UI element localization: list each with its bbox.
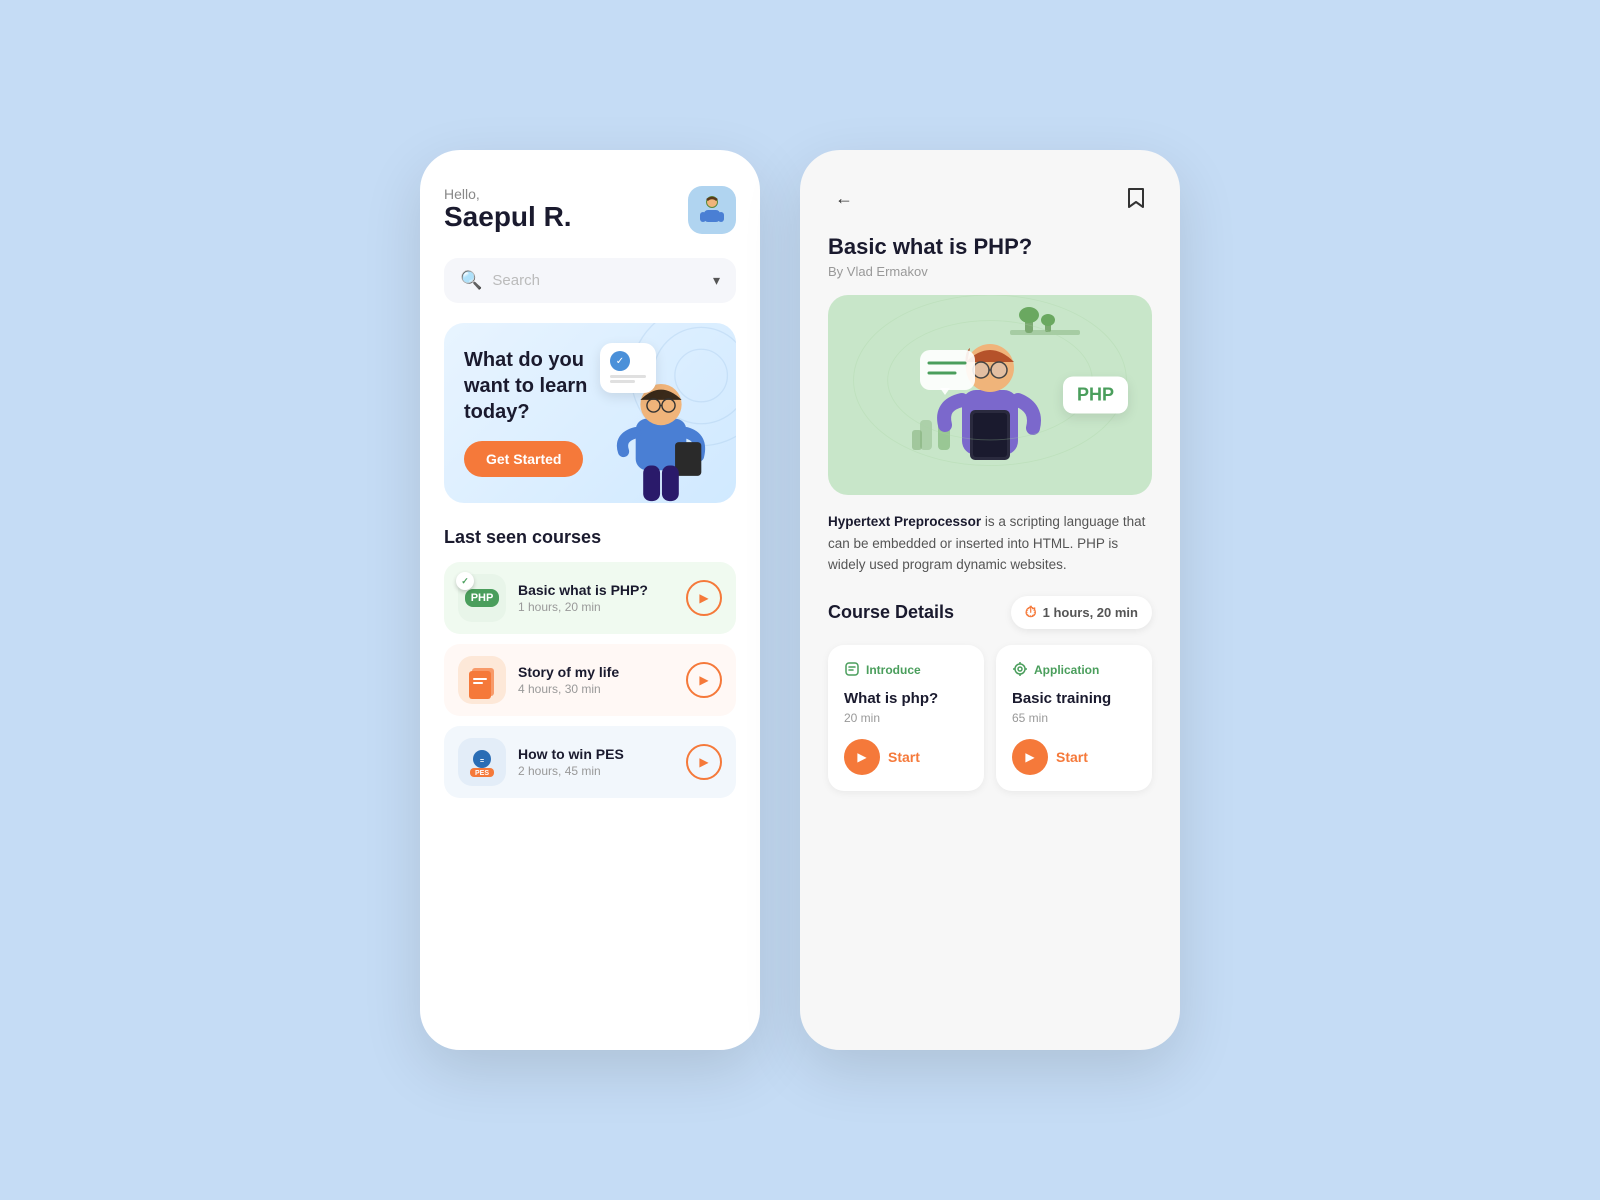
course-item[interactable]: Story of my life 4 hours, 30 min ▶	[444, 644, 736, 716]
check-icon: ✓	[610, 351, 630, 371]
bookmark-button[interactable]	[1120, 182, 1152, 214]
chevron-down-icon[interactable]: ▾	[713, 272, 720, 289]
play-button[interactable]: ▶	[686, 744, 722, 780]
start-label: Start	[1056, 749, 1088, 765]
search-input[interactable]: Search	[492, 272, 703, 289]
greeting: Hello, Saepul R.	[444, 186, 572, 233]
checklist-card: ✓	[600, 343, 656, 393]
course-name: Basic what is PHP?	[518, 582, 674, 598]
course-info: How to win PES 2 hours, 45 min	[518, 746, 674, 778]
duration-badge: ⏱ 1 hours, 20 min	[1011, 596, 1152, 629]
course-author: By Vlad Ermakov	[828, 264, 1152, 279]
php-badge: PHP	[1063, 377, 1128, 414]
left-phone: Hello, Saepul R. 🔍 Search ▾	[420, 150, 760, 1050]
module-card: Introduce What is php? 20 min ▶ Start	[828, 645, 984, 791]
search-icon: 🔍	[460, 270, 482, 291]
avatar[interactable]	[688, 186, 736, 234]
duration-value: 1 hours, 20 min	[1043, 605, 1138, 620]
course-icon-pes: = PES	[458, 738, 506, 786]
module-card: Application Basic training 65 min ▶ Star…	[996, 645, 1152, 791]
module-tag-label: Introduce	[866, 663, 921, 677]
svg-text:=: =	[480, 758, 484, 765]
course-name: How to win PES	[518, 746, 674, 762]
play-button[interactable]: ▶	[686, 662, 722, 698]
course-hero-image: PHP	[828, 295, 1152, 495]
promo-banner: ✓ What do you want to learn today? Get S…	[444, 323, 736, 503]
course-icon-php: PHP ✓	[458, 574, 506, 622]
greeting-hello: Hello,	[444, 186, 572, 202]
course-name: Story of my life	[518, 664, 674, 680]
section-title: Last seen courses	[444, 527, 736, 548]
course-info: Basic what is PHP? 1 hours, 20 min	[518, 582, 674, 614]
greeting-name: Saepul R.	[444, 202, 572, 233]
course-duration: 4 hours, 30 min	[518, 682, 674, 696]
start-play-icon: ▶	[1012, 739, 1048, 775]
module-name: Basic training	[1012, 690, 1136, 707]
course-details-label: Course Details	[828, 602, 954, 623]
course-duration: 1 hours, 20 min	[518, 600, 674, 614]
module-tag: Application	[1012, 661, 1136, 680]
modules-grid: Introduce What is php? 20 min ▶ Start	[828, 645, 1152, 791]
search-bar-inner: 🔍 Search	[460, 270, 703, 291]
course-description: Hypertext Preprocessor is a scripting la…	[828, 511, 1152, 576]
right-header: ←	[828, 182, 1152, 214]
course-item[interactable]: = PES How to win PES 2 hours, 45 min ▶	[444, 726, 736, 798]
introduce-icon	[844, 661, 860, 680]
course-desc-bold: Hypertext Preprocessor	[828, 514, 981, 529]
svg-text:PES: PES	[475, 770, 489, 777]
course-detail-title: Basic what is PHP?	[828, 234, 1152, 260]
module-tag: Introduce	[844, 661, 968, 680]
course-item[interactable]: PHP ✓ Basic what is PHP? 1 hours, 20 min…	[444, 562, 736, 634]
module-name: What is php?	[844, 690, 968, 707]
course-details-row: Course Details ⏱ 1 hours, 20 min	[828, 596, 1152, 629]
play-button[interactable]: ▶	[686, 580, 722, 616]
application-icon	[1012, 661, 1028, 680]
header: Hello, Saepul R.	[444, 186, 736, 234]
start-button[interactable]: ▶ Start	[844, 739, 920, 775]
back-button[interactable]: ←	[828, 182, 860, 214]
start-button[interactable]: ▶ Start	[1012, 739, 1088, 775]
search-bar[interactable]: 🔍 Search ▾	[444, 258, 736, 303]
clock-icon: ⏱	[1025, 604, 1037, 621]
module-duration: 65 min	[1012, 711, 1136, 725]
course-icon-story	[458, 656, 506, 704]
start-label: Start	[888, 749, 920, 765]
start-play-icon: ▶	[844, 739, 880, 775]
course-duration: 2 hours, 45 min	[518, 764, 674, 778]
module-duration: 20 min	[844, 711, 968, 725]
right-phone: ← Basic what is PHP? By Vlad Ermakov PHP	[800, 150, 1180, 1050]
course-info: Story of my life 4 hours, 30 min	[518, 664, 674, 696]
get-started-button[interactable]: Get Started	[464, 441, 583, 477]
module-tag-label: Application	[1034, 663, 1099, 677]
